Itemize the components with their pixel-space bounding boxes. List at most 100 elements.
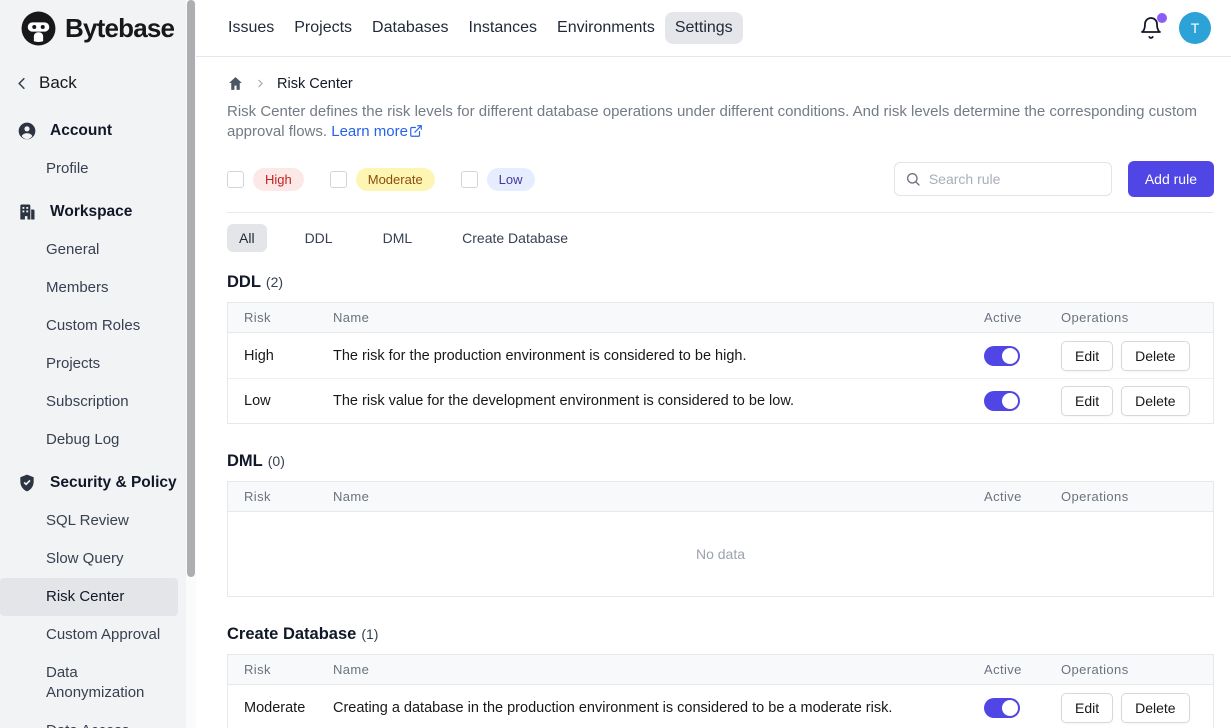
active-toggle[interactable] bbox=[984, 391, 1020, 411]
avatar[interactable]: T bbox=[1179, 12, 1211, 44]
sidebar-section-label: Account bbox=[50, 122, 112, 140]
filter-moderate: Moderate bbox=[330, 168, 435, 191]
tab-create-database[interactable]: Create Database bbox=[450, 224, 580, 252]
column-header-operations: Operations bbox=[1061, 489, 1197, 504]
section-title: DDL(2) bbox=[227, 273, 1214, 292]
sidebar-section-label: Security & Policy bbox=[50, 474, 177, 492]
toggle-knob bbox=[1002, 393, 1018, 409]
rules-table: RiskNameActiveOperations No data bbox=[227, 481, 1214, 597]
rules-table: RiskNameActiveOperations HighThe risk for… bbox=[227, 302, 1214, 424]
empty-state: No data bbox=[228, 512, 1213, 596]
rule-name-cell: The risk for the production environment … bbox=[333, 348, 984, 364]
active-cell bbox=[984, 698, 1061, 718]
brand-logo[interactable]: Bytebase bbox=[0, 0, 186, 47]
active-toggle[interactable] bbox=[984, 346, 1020, 366]
section-count: (1) bbox=[361, 626, 378, 642]
sidebar-scrollbar[interactable] bbox=[186, 0, 196, 728]
nav-item-settings[interactable]: Settings bbox=[665, 12, 743, 44]
filter-checkbox-moderate[interactable] bbox=[330, 171, 347, 188]
chevron-left-icon bbox=[12, 74, 31, 93]
toggle-knob bbox=[1002, 700, 1018, 716]
tab-dml[interactable]: DML bbox=[371, 224, 425, 252]
active-cell bbox=[984, 346, 1061, 366]
nav-item-issues[interactable]: Issues bbox=[218, 12, 284, 44]
tab-all[interactable]: All bbox=[227, 224, 267, 252]
page-description: Risk Center defines the risk levels for … bbox=[227, 102, 1214, 144]
table-header-row: RiskNameActiveOperations bbox=[228, 303, 1213, 333]
sidebar-section-label: Workspace bbox=[50, 203, 132, 221]
search-input[interactable] bbox=[927, 170, 1101, 188]
nav-item-databases[interactable]: Databases bbox=[362, 12, 459, 44]
edit-button[interactable]: Edit bbox=[1061, 693, 1113, 723]
toolbar: HighModerateLow Add rule bbox=[227, 161, 1214, 197]
column-header-active: Active bbox=[984, 489, 1061, 504]
tab-ddl[interactable]: DDL bbox=[293, 224, 345, 252]
risk-badge-high: High bbox=[253, 168, 304, 191]
section-count: (2) bbox=[266, 274, 283, 290]
back-label: Back bbox=[39, 73, 77, 93]
sidebar-item-risk-center[interactable]: Risk Center bbox=[0, 578, 178, 616]
delete-button[interactable]: Delete bbox=[1121, 341, 1189, 371]
add-rule-button[interactable]: Add rule bbox=[1128, 161, 1214, 197]
column-header-risk: Risk bbox=[244, 310, 333, 325]
edit-button[interactable]: Edit bbox=[1061, 386, 1113, 416]
sidebar-nav: AccountProfileWorkspaceGeneralMembersCus… bbox=[0, 111, 186, 728]
nav-item-instances[interactable]: Instances bbox=[459, 12, 547, 44]
scrollbar-thumb[interactable] bbox=[187, 0, 195, 577]
sidebar-item-custom-approval[interactable]: Custom Approval bbox=[0, 616, 178, 654]
delete-button[interactable]: Delete bbox=[1121, 386, 1189, 416]
edit-button[interactable]: Edit bbox=[1061, 341, 1113, 371]
breadcrumb-current: Risk Center bbox=[277, 76, 353, 92]
rules-table: RiskNameActiveOperationsModerateCreating… bbox=[227, 654, 1214, 728]
filter-checkbox-low[interactable] bbox=[461, 171, 478, 188]
section-title: DML(0) bbox=[227, 452, 1214, 471]
sidebar-item-data-access-control[interactable]: Data Access Control bbox=[0, 712, 178, 728]
column-header-name: Name bbox=[333, 489, 984, 504]
table-row: ModerateCreating a database in the produ… bbox=[228, 685, 1213, 728]
rule-name-cell: Creating a database in the production en… bbox=[333, 700, 984, 716]
sidebar-section-header-account: Account bbox=[0, 111, 186, 150]
page-content: Risk Center Risk Center defines the risk… bbox=[196, 57, 1231, 728]
notification-dot bbox=[1157, 13, 1167, 23]
column-header-name: Name bbox=[333, 310, 984, 325]
search-rule-field bbox=[894, 162, 1112, 196]
sidebar-item-debug-log[interactable]: Debug Log bbox=[0, 421, 178, 459]
sidebar-item-custom-roles[interactable]: Custom Roles bbox=[0, 307, 178, 345]
risk-badge-moderate: Moderate bbox=[356, 168, 435, 191]
notification-bell-icon[interactable] bbox=[1139, 16, 1163, 40]
sidebar-item-projects[interactable]: Projects bbox=[0, 345, 178, 383]
sidebar-item-data-anonymization[interactable]: Data Anonymization bbox=[0, 654, 178, 712]
column-header-operations: Operations bbox=[1061, 310, 1197, 325]
toggle-knob bbox=[1002, 348, 1018, 364]
operations-cell: Edit Delete bbox=[1061, 386, 1197, 416]
active-cell bbox=[984, 391, 1061, 411]
risk-cell: High bbox=[244, 348, 333, 364]
back-button[interactable]: Back bbox=[12, 73, 186, 93]
shield-check-icon bbox=[17, 473, 37, 493]
column-header-risk: Risk bbox=[244, 489, 333, 504]
risk-cell: Low bbox=[244, 393, 333, 409]
sidebar-item-profile[interactable]: Profile bbox=[0, 150, 178, 188]
section-title-text: Create Database bbox=[227, 625, 356, 643]
delete-button[interactable]: Delete bbox=[1121, 693, 1189, 723]
sidebar-item-sql-review[interactable]: SQL Review bbox=[0, 502, 178, 540]
rule-section-create-database: Create Database (1) RiskNameActiveOperatio… bbox=[227, 625, 1214, 728]
sidebar-section-security-policy: Security & Policy SQL ReviewSlow QueryRis… bbox=[0, 463, 186, 728]
nav-item-projects[interactable]: Projects bbox=[284, 12, 362, 44]
sidebar-item-slow-query[interactable]: Slow Query bbox=[0, 540, 178, 578]
nav-item-environments[interactable]: Environments bbox=[547, 12, 665, 44]
learn-more-link[interactable]: Learn more bbox=[331, 123, 423, 140]
sidebar-section-workspace: Workspace GeneralMembersCustom RolesProje… bbox=[0, 192, 186, 459]
sidebar-item-members[interactable]: Members bbox=[0, 269, 178, 307]
sidebar-item-subscription[interactable]: Subscription bbox=[0, 383, 178, 421]
sidebar-section-header-workspace: Workspace bbox=[0, 192, 186, 231]
active-toggle[interactable] bbox=[984, 698, 1020, 718]
rule-section-ddl: DDL(2) RiskNameActiveOperations HighThe ri… bbox=[227, 273, 1214, 424]
section-title-text: DML bbox=[227, 452, 263, 470]
breadcrumb: Risk Center bbox=[227, 75, 1214, 92]
filter-checkbox-high[interactable] bbox=[227, 171, 244, 188]
column-header-operations: Operations bbox=[1061, 662, 1197, 677]
sidebar-item-general[interactable]: General bbox=[0, 231, 178, 269]
table-row: LowThe risk value for the development en… bbox=[228, 378, 1213, 423]
home-icon[interactable] bbox=[227, 75, 244, 92]
